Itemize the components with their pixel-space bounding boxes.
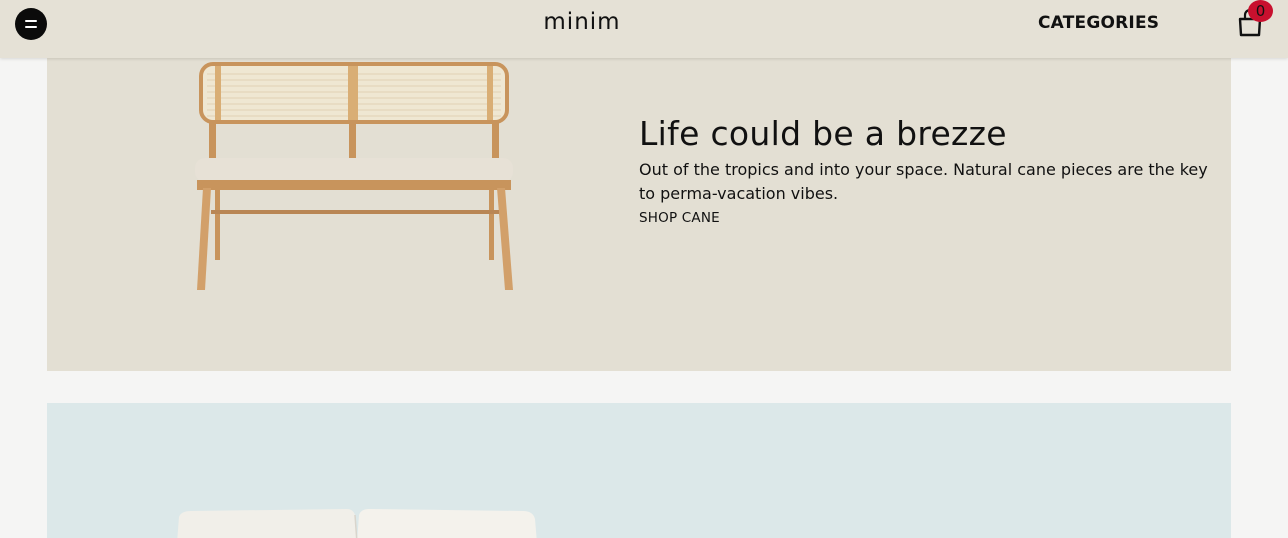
cane-bench-image bbox=[195, 62, 513, 290]
sofa-image bbox=[177, 509, 537, 538]
categories-link[interactable]: CATEGORIES bbox=[1038, 13, 1159, 33]
promo-title: Life could be a brezze bbox=[639, 114, 1007, 153]
sofa-promo-banner bbox=[47, 403, 1231, 538]
shop-cane-link[interactable]: SHOP CANE bbox=[639, 210, 720, 226]
site-logo[interactable]: minim bbox=[0, 9, 1164, 35]
promo-description: Out of the tropics and into your space. … bbox=[639, 160, 1208, 203]
site-header: minim CATEGORIES 0 bbox=[0, 0, 1288, 58]
cart-count-badge: 0 bbox=[1248, 0, 1273, 22]
